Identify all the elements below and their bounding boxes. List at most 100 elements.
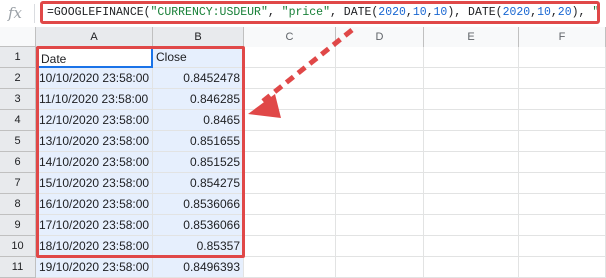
cell-a11[interactable]: 19/10/2020 23:58:00 [36, 257, 153, 278]
cell-d10[interactable] [336, 236, 424, 257]
cell-e11[interactable] [424, 257, 519, 278]
cell-b4[interactable]: 0.8465 [153, 110, 244, 131]
cell-b10[interactable]: 0.85357 [153, 236, 244, 257]
formula-bar-divider [34, 4, 35, 23]
cell-a9[interactable]: 17/10/2020 23:58:00 [36, 215, 153, 236]
row-header[interactable]: 9 [0, 215, 36, 236]
cell-c1[interactable] [244, 47, 336, 68]
cell-d6[interactable] [336, 152, 424, 173]
cell-d7[interactable] [336, 173, 424, 194]
cell-f2[interactable] [519, 68, 606, 89]
cell-a10[interactable]: 18/10/2020 23:58:00 [36, 236, 153, 257]
column-header-c[interactable]: C [244, 27, 336, 47]
row-header[interactable]: 5 [0, 131, 36, 152]
cell-c4[interactable] [244, 110, 336, 131]
column-header-e[interactable]: E [424, 27, 519, 47]
cell-a7[interactable]: 15/10/2020 23:58:00 [36, 173, 153, 194]
cell-e8[interactable] [424, 194, 519, 215]
cell-b2[interactable]: 0.8452478 [153, 68, 244, 89]
cell-c3[interactable] [244, 89, 336, 110]
cell-c8[interactable] [244, 194, 336, 215]
cell-e9[interactable] [424, 215, 519, 236]
formula-token: 10 [433, 6, 448, 19]
cell-c6[interactable] [244, 152, 336, 173]
row-header[interactable]: 10 [0, 236, 36, 257]
row-header[interactable]: 7 [0, 173, 36, 194]
cell-f4[interactable] [519, 110, 606, 131]
row-header[interactable]: 6 [0, 152, 36, 173]
cell-a8[interactable]: 16/10/2020 23:58:00 [36, 194, 153, 215]
formula-token: ), DATE( [447, 6, 503, 19]
cell-c10[interactable] [244, 236, 336, 257]
cell-d9[interactable] [336, 215, 424, 236]
fx-icon: fx [8, 4, 23, 22]
cell-c5[interactable] [244, 131, 336, 152]
cell-e5[interactable] [424, 131, 519, 152]
cell-f6[interactable] [519, 152, 606, 173]
cell-e3[interactable] [424, 89, 519, 110]
cell-a4[interactable]: 12/10/2020 23:58:00 [36, 110, 153, 131]
cell-c11[interactable] [244, 257, 336, 278]
cell-f7[interactable] [519, 173, 606, 194]
formula-token: 10 [537, 6, 551, 19]
formula-token: ), [571, 6, 593, 19]
cell-c2[interactable] [244, 68, 336, 89]
row-header[interactable]: 4 [0, 110, 36, 131]
cell-e1[interactable] [424, 47, 519, 68]
formula-token: "CURRENCY:USDEUR" [150, 6, 268, 19]
cell-b9[interactable]: 0.8536066 [153, 215, 244, 236]
cell-a1[interactable]: Date [36, 47, 153, 68]
cell-a2[interactable]: 10/10/2020 23:58:00 [36, 68, 153, 89]
cell-a5[interactable]: 13/10/2020 23:58:00 [36, 131, 153, 152]
cell-d5[interactable] [336, 131, 424, 152]
cell-a3[interactable]: 11/10/2020 23:58:00 [36, 89, 153, 110]
cell-d1[interactable] [336, 47, 424, 68]
row-header[interactable]: 1 [0, 47, 36, 68]
formula-token: , [405, 6, 413, 19]
cell-f9[interactable] [519, 215, 606, 236]
cell-b11[interactable]: 0.8496393 [153, 257, 244, 278]
column-header-d[interactable]: D [336, 27, 424, 47]
cell-f10[interactable] [519, 236, 606, 257]
cell-f3[interactable] [519, 89, 606, 110]
cell-c9[interactable] [244, 215, 336, 236]
formula-token: 2020 [378, 6, 406, 19]
cell-e7[interactable] [424, 173, 519, 194]
cell-f8[interactable] [519, 194, 606, 215]
cell-e10[interactable] [424, 236, 519, 257]
row-header[interactable]: 11 [0, 257, 36, 278]
cell-d2[interactable] [336, 68, 424, 89]
cell-f5[interactable] [519, 131, 606, 152]
cell-c7[interactable] [244, 173, 336, 194]
cell-e4[interactable] [424, 110, 519, 131]
cell-b5[interactable]: 0.851655 [153, 131, 244, 152]
cell-b7[interactable]: 0.854275 [153, 173, 244, 194]
formula-token: 20 [557, 6, 572, 19]
formula-token: , [550, 6, 558, 19]
column-header-f[interactable]: F [519, 27, 606, 47]
cell-d8[interactable] [336, 194, 424, 215]
cell-d11[interactable] [336, 257, 424, 278]
row-header[interactable]: 3 [0, 89, 36, 110]
select-all-corner[interactable] [0, 27, 36, 47]
cell-b3[interactable]: 0.846285 [153, 89, 244, 110]
cell-b6[interactable]: 0.851525 [153, 152, 244, 173]
cell-f11[interactable] [519, 257, 606, 278]
formula-token: =GOOGLEFINANCE( [47, 6, 151, 19]
formula-token: "DAILY" [592, 6, 600, 19]
cell-d3[interactable] [336, 89, 424, 110]
cell-d4[interactable] [336, 110, 424, 131]
cell-f1[interactable] [519, 47, 606, 68]
cell-b8[interactable]: 0.8536066 [153, 194, 244, 215]
cell-b1[interactable]: Close [153, 47, 244, 68]
formula-token: 2020 [502, 6, 531, 19]
formula-token: , [267, 6, 282, 19]
cell-e6[interactable] [424, 152, 519, 173]
cell-a6[interactable]: 14/10/2020 23:58:00 [36, 152, 153, 173]
formula-input[interactable]: =GOOGLEFINANCE("CURRENCY:USDEUR", "price… [40, 1, 600, 24]
row-header[interactable]: 8 [0, 194, 36, 215]
row-header[interactable]: 2 [0, 68, 36, 89]
cell-e2[interactable] [424, 68, 519, 89]
column-header-a[interactable]: A [36, 27, 153, 47]
column-header-b[interactable]: B [153, 27, 244, 47]
